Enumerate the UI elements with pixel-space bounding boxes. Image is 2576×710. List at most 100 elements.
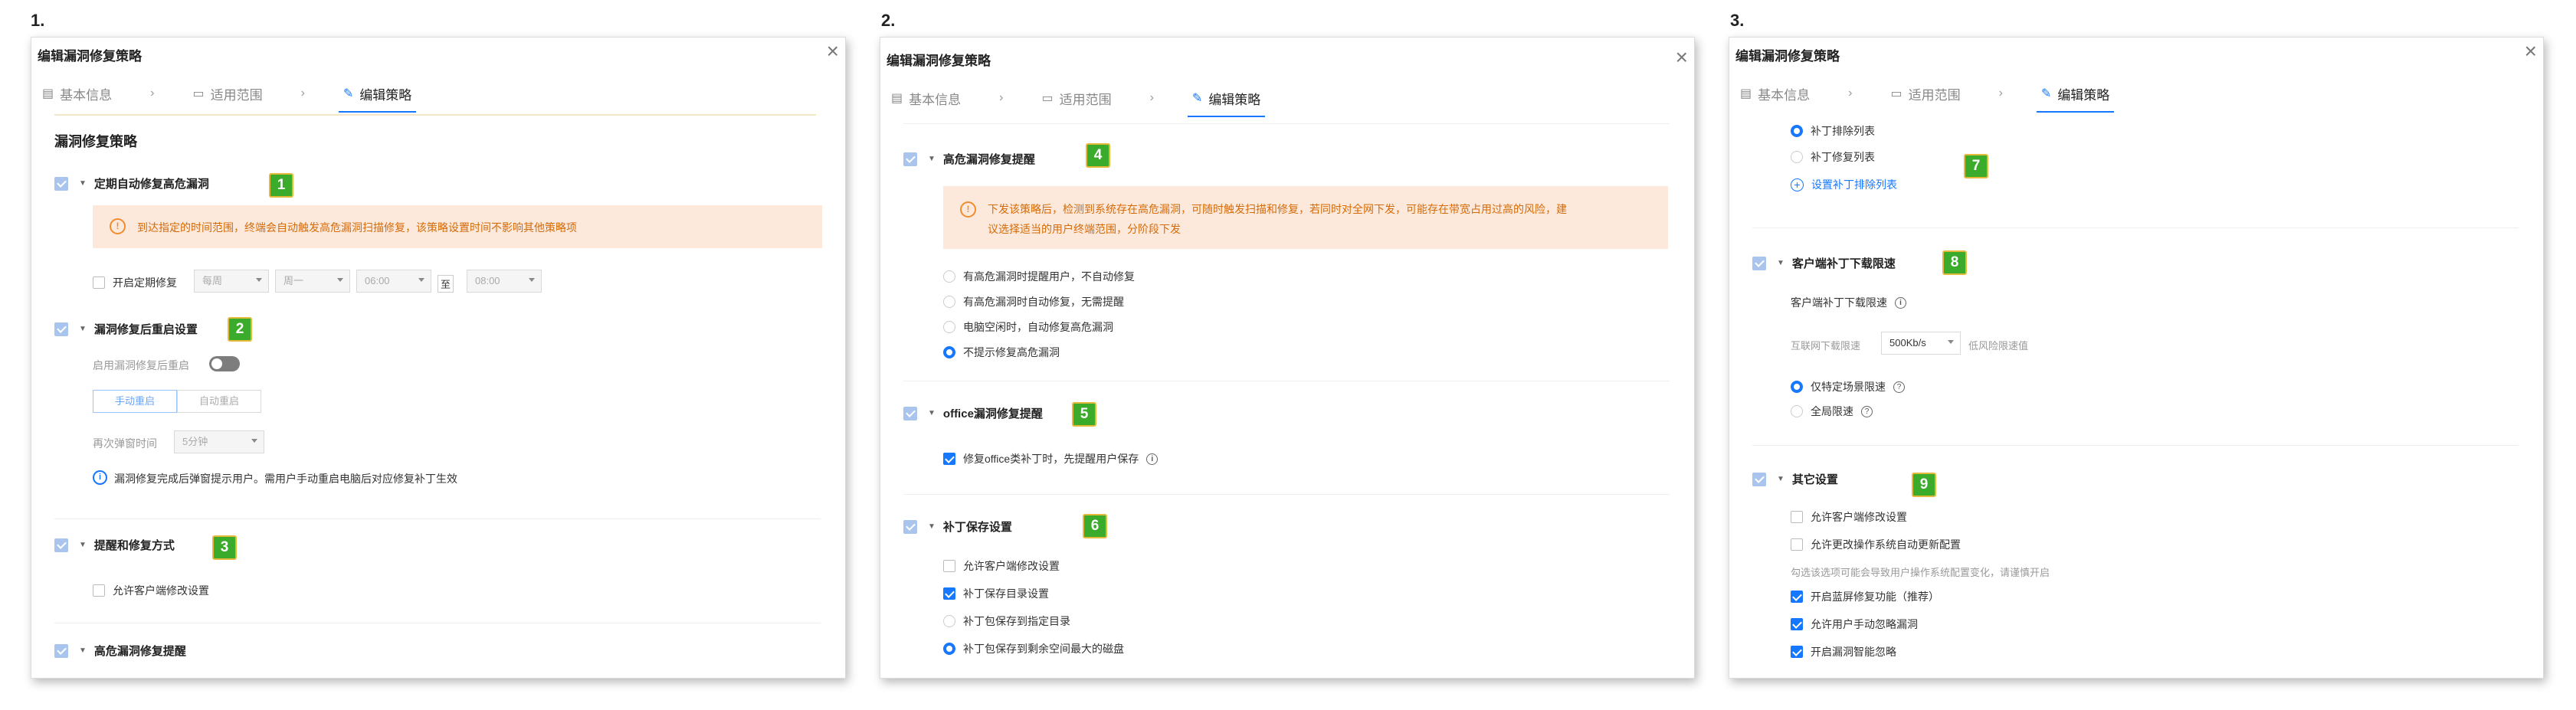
section-checkbox[interactable] — [903, 152, 917, 166]
section-checkbox[interactable] — [54, 643, 68, 658]
speed-select[interactable]: 500Kb/s — [1881, 332, 1961, 355]
patch-fix-list[interactable]: 补丁修复列表 — [1791, 149, 1875, 165]
reminder-option-2[interactable]: 有高危漏洞时自动修复，无需提醒 — [943, 294, 1124, 309]
reminder-option-1[interactable]: 有高危漏洞时提醒用户，不自动修复 — [943, 269, 1135, 284]
limit-global[interactable]: 全局限速? — [1791, 404, 1873, 419]
section-patch-save[interactable]: ▼ 补丁保存设置 — [903, 519, 1012, 535]
limit-specific-scene[interactable]: 仅特定场景限速? — [1791, 379, 1905, 394]
caret-down-icon[interactable]: ▼ — [79, 541, 87, 549]
radio[interactable] — [943, 270, 955, 283]
caret-down-icon[interactable]: ▼ — [1777, 475, 1785, 483]
caret-down-icon[interactable]: ▼ — [928, 522, 936, 531]
popup-interval-select[interactable]: 5分钟 — [174, 430, 264, 453]
step-badge: 5 — [1072, 402, 1096, 427]
section-high-risk-reminder[interactable]: ▼ 高危漏洞修复提醒 — [903, 151, 1035, 167]
section-scheduled-fix[interactable]: ▼ 定期自动修复高危漏洞 — [54, 175, 209, 191]
help-icon[interactable]: ? — [1893, 381, 1905, 393]
tab-scope[interactable]: ▭ 适用范围 — [188, 79, 267, 108]
start-time-select[interactable]: 06:00 — [356, 270, 431, 293]
reboot-info-text: 漏洞修复完成后弹窗提示用户。需用户手动重启电脑后对应修复补丁生效 — [114, 473, 457, 485]
low-risk-label: 低风险限速值 — [1968, 340, 2029, 352]
allow-client-modify[interactable]: 允许客户端修改设置 — [1791, 509, 1907, 525]
allow-client-modify[interactable]: 允许客户端修改设置 — [943, 558, 1060, 574]
section-checkbox[interactable] — [54, 538, 68, 552]
save-to-largest-disk[interactable]: 补丁包保存到剩余空间最大的磁盘 — [943, 641, 1124, 656]
allow-ignore-vuln[interactable]: 允许用户手动忽略漏洞 — [1791, 617, 1918, 632]
enable-scheduled-fix[interactable]: 开启定期修复 — [93, 275, 177, 290]
checkbox[interactable] — [93, 584, 105, 597]
tab-edit-policy[interactable]: ✎ 编辑策略 — [338, 79, 417, 113]
tab-scope[interactable]: ▭ 适用范围 — [1886, 79, 1965, 108]
checkbox[interactable] — [1791, 511, 1803, 523]
bsod-repair[interactable]: 开启蓝屏修复功能（推荐） — [1791, 589, 1939, 604]
divider — [1752, 445, 2519, 446]
office-save-reminder[interactable]: 修复office类补丁时，先提醒用户保存 i — [943, 451, 1159, 466]
section-office-reminder[interactable]: ▼ office漏洞修复提醒 — [903, 405, 1043, 421]
caret-down-icon[interactable]: ▼ — [79, 179, 87, 188]
day-select[interactable]: 周一 — [275, 270, 350, 293]
tab-basic-info[interactable]: ▤ 基本信息 — [1735, 79, 1814, 108]
caret-down-icon[interactable]: ▼ — [928, 155, 936, 163]
radio-selected[interactable] — [1791, 381, 1803, 393]
section-checkbox[interactable] — [1752, 472, 1766, 486]
close-icon[interactable]: × — [2525, 41, 2537, 62]
info-icon[interactable]: i — [1146, 453, 1159, 465]
allow-client-modify[interactable]: 允许客户端修改设置 — [93, 583, 209, 598]
frequency-select[interactable]: 每周 — [194, 270, 269, 293]
section-checkbox[interactable] — [1752, 256, 1766, 270]
radio[interactable] — [943, 321, 955, 333]
close-icon[interactable]: × — [1676, 47, 1688, 68]
caret-down-icon[interactable]: ▼ — [79, 325, 87, 333]
checkbox-checked[interactable] — [1791, 591, 1803, 603]
section-other-settings[interactable]: ▼ 其它设置 — [1752, 471, 1838, 487]
auto-reboot-button[interactable]: 自动重启 — [177, 390, 261, 413]
caret-down-icon[interactable]: ▼ — [79, 646, 87, 655]
patch-exclude-list[interactable]: 补丁排除列表 — [1791, 123, 1875, 139]
radio[interactable] — [943, 296, 955, 308]
radio[interactable] — [1791, 405, 1803, 417]
info-icon[interactable]: i — [1895, 296, 1906, 309]
tab-edit-policy[interactable]: ✎ 编辑策略 — [2036, 79, 2115, 113]
section-checkbox[interactable] — [54, 176, 68, 191]
tab-basic-info[interactable]: ▤ 基本信息 — [887, 83, 965, 113]
section-checkbox[interactable] — [54, 322, 68, 336]
net-limit-label: 互联网下载限速 — [1791, 340, 1861, 352]
checkbox[interactable] — [943, 560, 955, 572]
tab-basic-info[interactable]: ▤ 基本信息 — [38, 79, 116, 108]
radio[interactable] — [1791, 151, 1803, 163]
section-download-limit[interactable]: ▼ 客户端补丁下载限速 — [1752, 255, 1896, 271]
checkbox-checked[interactable] — [1791, 646, 1803, 658]
close-icon[interactable]: × — [827, 41, 839, 62]
radio-selected[interactable] — [1791, 125, 1803, 137]
checkbox-checked[interactable] — [1791, 618, 1803, 630]
tab-edit-policy[interactable]: ✎ 编辑策略 — [1187, 83, 1266, 117]
allow-os-update-config[interactable]: 允许更改操作系统自动更新配置 — [1791, 537, 1961, 552]
radio-selected[interactable] — [943, 346, 955, 358]
checkbox-checked[interactable] — [943, 453, 955, 465]
end-time-select[interactable]: 08:00 — [467, 270, 542, 293]
help-icon[interactable]: ? — [1861, 405, 1873, 417]
radio[interactable] — [943, 615, 955, 627]
checkbox[interactable] — [93, 276, 105, 289]
reminder-option-4[interactable]: 不提示修复高危漏洞 — [943, 345, 1060, 360]
section-checkbox[interactable] — [903, 406, 917, 420]
caret-down-icon[interactable]: ▼ — [928, 409, 936, 417]
section-checkbox[interactable] — [903, 519, 917, 534]
section-reminder-method[interactable]: ▼ 提醒和修复方式 — [54, 537, 175, 553]
checkbox-checked[interactable] — [943, 587, 955, 600]
manual-reboot-button[interactable]: 手动重启 — [93, 390, 177, 413]
save-to-specified-dir[interactable]: 补丁包保存到指定目录 — [943, 613, 1070, 629]
dialog-panel-3: 编辑漏洞修复策略 × ▤ 基本信息 › ▭ 适用范围 › ✎ 编辑策略 补丁排除列表 … — [1729, 37, 2544, 679]
save-dir-setting[interactable]: 补丁保存目录设置 — [943, 586, 1049, 601]
warning-icon: ! — [110, 218, 126, 234]
reboot-toggle[interactable] — [209, 356, 240, 371]
section-high-risk-reminder[interactable]: ▼ 高危漏洞修复提醒 — [54, 643, 186, 659]
set-exclude-list-link[interactable]: + 设置补丁排除列表 — [1791, 177, 1897, 192]
tab-scope[interactable]: ▭ 适用范围 — [1037, 83, 1116, 113]
checkbox[interactable] — [1791, 538, 1803, 551]
radio-selected[interactable] — [943, 643, 955, 655]
smart-ignore[interactable]: 开启漏洞智能忽略 — [1791, 644, 1896, 659]
caret-down-icon[interactable]: ▼ — [1777, 259, 1785, 267]
section-reboot-settings[interactable]: ▼ 漏洞修复后重启设置 — [54, 321, 198, 337]
reminder-option-3[interactable]: 电脑空闲时，自动修复高危漏洞 — [943, 319, 1113, 335]
